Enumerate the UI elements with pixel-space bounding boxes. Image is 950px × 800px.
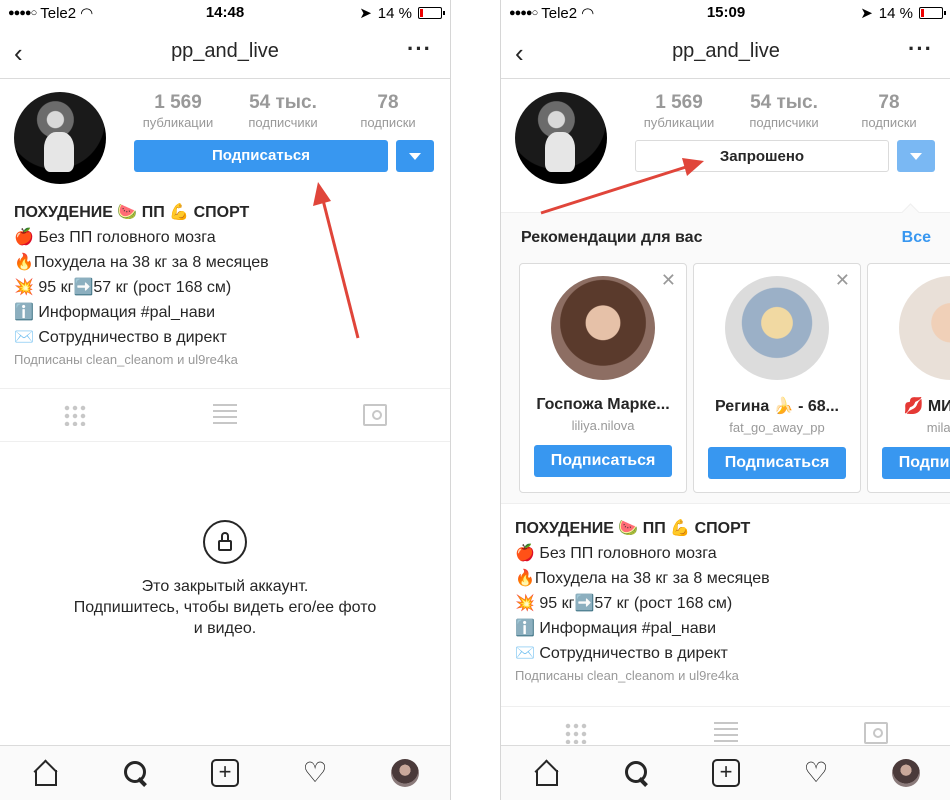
tagged-icon[interactable] <box>864 722 888 744</box>
home-icon[interactable] <box>532 759 560 787</box>
bio-line: 🔥Похудела на 38 кг за 8 месяцев <box>515 570 770 587</box>
bio-line[interactable]: ℹ️ Информация #pal_нави <box>14 300 434 325</box>
profile-tabs <box>0 388 450 442</box>
private-account-notice: Это закрытый аккаунт. Подпишитесь, чтобы… <box>0 520 450 639</box>
left-screen: ●●●●○ Tele2 ◠ 14:48 ➤ 14 % ‹ pp_and_live ··… <box>0 0 451 800</box>
bio-line: 🍎 Без ПП головного мозга <box>515 545 717 562</box>
bio-line: ✉️ Сотрудничество в директ <box>14 329 227 346</box>
add-icon[interactable]: + <box>712 759 740 787</box>
add-icon[interactable]: + <box>211 759 239 787</box>
close-icon[interactable]: ✕ <box>835 270 850 291</box>
location-icon: ➤ <box>860 5 873 22</box>
stat-followers[interactable]: 54 тыс. подписчики <box>233 92 333 130</box>
card-name: 💋 МИЛАНА <box>903 398 950 415</box>
profile-username: pp_and_live <box>672 40 780 62</box>
status-bar: ●●●●○ Tele2 ◠ 14:48 ➤ 14 % <box>0 0 450 26</box>
recommendation-card[interactable]: 💋 МИЛАНА milalena Подписаться <box>867 263 950 493</box>
grid-icon[interactable] <box>63 404 87 426</box>
more-icon[interactable]: ··· <box>908 36 933 62</box>
requested-button[interactable]: Запрошено <box>635 140 889 172</box>
profile-stats: 1 569 публикации 54 тыс. подписчики 78 подп… <box>128 92 438 130</box>
list-icon[interactable] <box>213 404 237 426</box>
status-bar: ●●●●○ Tele2 ◠ 15:09 ➤ 14 % <box>501 0 950 26</box>
profile-avatar[interactable] <box>14 92 106 184</box>
follow-button[interactable]: Подписаться <box>134 140 388 172</box>
profile-avatar-icon[interactable] <box>892 759 920 787</box>
profile-avatar-icon[interactable] <box>391 759 419 787</box>
recommendations-title: Рекомендации для вас <box>521 229 703 246</box>
bottom-tab-bar: + ♡ <box>501 745 950 800</box>
close-icon[interactable]: ✕ <box>661 270 676 291</box>
profile-username: pp_and_live <box>171 40 279 62</box>
card-username: fat_go_away_pp <box>729 420 825 435</box>
battery-icon <box>418 7 445 19</box>
nav-bar: ‹ pp_and_live ··· <box>0 26 450 79</box>
bio-line: 🍎 Без ПП головного мозга <box>14 229 216 246</box>
chevron-down-icon <box>910 153 922 160</box>
location-icon: ➤ <box>359 5 372 22</box>
recommendation-card[interactable]: ✕ Госпожа Марке... liliya.nilova Подписа… <box>519 263 687 493</box>
recommendations-panel: Рекомендации для вас Все ✕ Госпожа Марке… <box>501 203 950 504</box>
stat-following[interactable]: 78 подписки <box>338 92 438 130</box>
recommendation-card[interactable]: ✕ Регина 🍌 - 68... fat_go_away_pp Подпис… <box>693 263 861 493</box>
profile-avatar[interactable] <box>515 92 607 184</box>
heart-icon[interactable]: ♡ <box>802 759 830 787</box>
nav-bar: ‹ pp_and_live ··· <box>501 26 950 79</box>
stat-followers[interactable]: 54 тыс. подписчики <box>734 92 834 130</box>
suggestions-dropdown-button[interactable] <box>396 140 434 172</box>
stat-posts[interactable]: 1 569 публикации <box>629 92 729 130</box>
bio-line: ✉️ Сотрудничество в директ <box>515 645 728 662</box>
avatar[interactable] <box>551 276 655 380</box>
more-icon[interactable]: ··· <box>407 36 432 62</box>
heart-icon[interactable]: ♡ <box>301 759 329 787</box>
card-name: Госпожа Марке... <box>536 396 670 413</box>
followed-by-text[interactable]: Подписаны clean_cleanom и ul9re4ka <box>14 350 434 370</box>
bio-line[interactable]: ℹ️ Информация #pal_нави <box>515 616 935 641</box>
grid-icon[interactable] <box>564 722 588 744</box>
bio-line: 💥 95 кг➡️57 кг (рост 168 см) <box>515 595 733 612</box>
followed-by-text[interactable]: Подписаны clean_cleanom и ul9re4ka <box>515 666 935 686</box>
search-icon[interactable] <box>622 759 650 787</box>
see-all-link[interactable]: Все <box>902 229 931 247</box>
tagged-icon[interactable] <box>363 404 387 426</box>
follow-button[interactable]: Подписаться <box>708 447 846 479</box>
bio-name: ПОХУДЕНИЕ 🍉 ПП 💪 СПОРТ <box>515 520 751 537</box>
card-username: liliya.nilova <box>571 418 635 433</box>
home-icon[interactable] <box>31 759 59 787</box>
stat-following[interactable]: 78 подписки <box>839 92 939 130</box>
stat-posts[interactable]: 1 569 публикации <box>128 92 228 130</box>
right-screen: ●●●●○ Tele2 ◠ 15:09 ➤ 14 % ‹ pp_and_live ··… <box>500 0 950 800</box>
bio-name: ПОХУДЕНИЕ 🍉 ПП 💪 СПОРТ <box>14 204 250 221</box>
bio-line: 💥 95 кг➡️57 кг (рост 168 см) <box>14 279 232 296</box>
chevron-down-icon <box>409 153 421 160</box>
suggestions-dropdown-button[interactable] <box>897 140 935 172</box>
lock-icon <box>203 520 247 564</box>
profile-stats: 1 569 публикации 54 тыс. подписчики 78 подп… <box>629 92 939 130</box>
follow-button[interactable]: Подписаться <box>882 447 950 479</box>
follow-button[interactable]: Подписаться <box>534 445 672 477</box>
list-icon[interactable] <box>714 722 738 744</box>
battery-icon <box>919 7 946 19</box>
profile-bio: ПОХУДЕНИЕ 🍉 ПП 💪 СПОРТ 🍎 Без ПП головног… <box>14 200 434 370</box>
battery-percent: 14 % <box>878 4 913 22</box>
bio-line: 🔥Похудела на 38 кг за 8 месяцев <box>14 254 269 271</box>
bottom-tab-bar: + ♡ <box>0 745 450 800</box>
profile-bio: ПОХУДЕНИЕ 🍉 ПП 💪 СПОРТ 🍎 Без ПП головног… <box>515 516 935 686</box>
card-name: Регина 🍌 - 68... <box>715 398 839 415</box>
card-username: milalena <box>926 420 950 435</box>
search-icon[interactable] <box>121 759 149 787</box>
battery-percent: 14 % <box>377 4 412 22</box>
avatar[interactable] <box>899 276 950 380</box>
avatar[interactable] <box>725 276 829 380</box>
